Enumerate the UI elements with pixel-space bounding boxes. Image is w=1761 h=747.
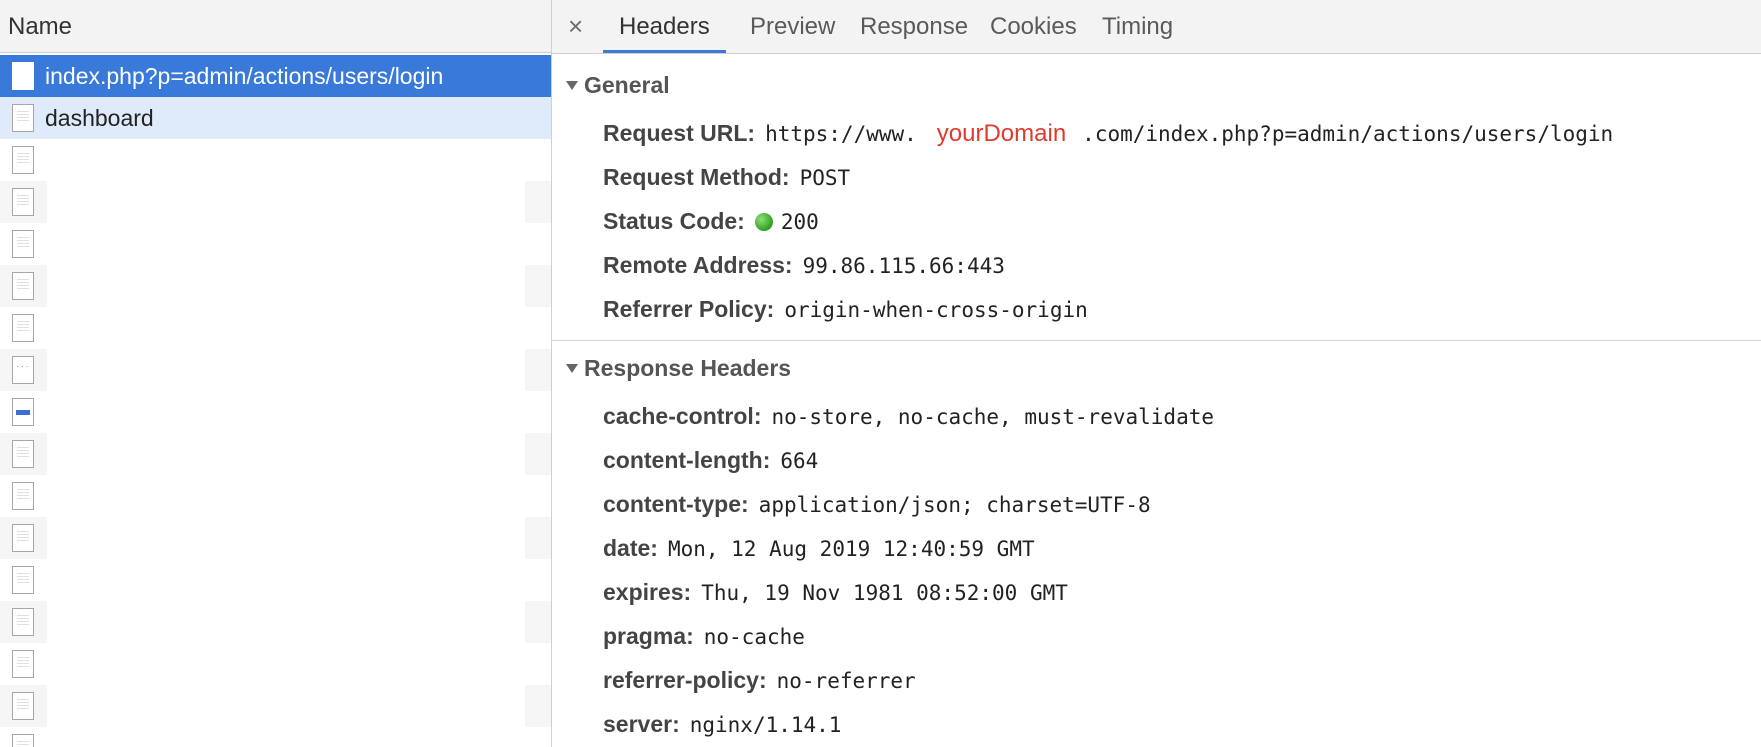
- header-key: content-type:: [603, 491, 749, 517]
- header-key: cache-control:: [603, 403, 762, 429]
- header-key: date:: [603, 535, 658, 561]
- tab-response[interactable]: Response: [844, 0, 984, 53]
- request-name: index.php?p=admin/actions/users/login: [45, 63, 444, 89]
- request-name: dashboard: [45, 105, 154, 131]
- document-icon: [12, 734, 34, 747]
- triangle-down-icon: [566, 81, 578, 91]
- response-header-row: pragma: no-cache: [603, 616, 805, 656]
- document-icon: [12, 650, 34, 678]
- request-details-pane: × Headers Preview Response Cookies Timin…: [552, 0, 1761, 747]
- request-method-row: Request Method: POST: [603, 157, 850, 197]
- header-key: Request URL:: [603, 120, 756, 146]
- tab-headers[interactable]: Headers: [603, 0, 726, 53]
- remote-address-row: Remote Address: 99.86.115.66:443: [603, 245, 1005, 285]
- header-value: origin-when-cross-origin: [784, 298, 1088, 322]
- document-icon: [12, 566, 34, 594]
- close-icon[interactable]: ×: [568, 11, 583, 41]
- response-headers-section-toggle[interactable]: Response Headers: [552, 348, 791, 388]
- header-key: Status Code:: [603, 208, 745, 234]
- response-header-row: server: nginx/1.14.1: [603, 704, 841, 744]
- header-value: Mon, 12 Aug 2019 12:40:59 GMT: [667, 537, 1035, 561]
- header-value: no-cache: [703, 625, 805, 649]
- header-value: 200: [780, 210, 819, 234]
- url-prefix: https://www.: [765, 122, 917, 146]
- tab-timing[interactable]: Timing: [1086, 0, 1189, 53]
- header-key: Referrer Policy:: [603, 296, 775, 322]
- header-key: Request Method:: [603, 164, 790, 190]
- status-code-row: Status Code: 200: [603, 201, 819, 241]
- response-header-row: content-length: 664: [603, 440, 818, 480]
- header-key: content-length:: [603, 447, 771, 473]
- request-list-pane: Name index.php?p=admin/actions/users/log…: [0, 0, 552, 747]
- request-row-login[interactable]: index.php?p=admin/actions/users/login: [0, 55, 551, 97]
- tab-preview[interactable]: Preview: [734, 0, 851, 53]
- header-key: referrer-policy:: [603, 667, 767, 693]
- document-icon: [12, 524, 34, 552]
- response-header-row: date: Mon, 12 Aug 2019 12:40:59 GMT: [603, 528, 1035, 568]
- section-title: Response Headers: [584, 355, 792, 381]
- document-icon: [12, 230, 34, 258]
- status-ok-icon: [754, 213, 773, 231]
- details-tab-bar: × Headers Preview Response Cookies Timin…: [552, 0, 1761, 54]
- request-row-dashboard[interactable]: dashboard: [0, 97, 551, 139]
- section-divider: [552, 340, 1761, 341]
- document-icon: [12, 62, 34, 90]
- url-suffix: .com/index.php?p=admin/actions/users/log…: [1082, 122, 1614, 146]
- response-header-row: expires: Thu, 19 Nov 1981 08:52:00 GMT: [603, 572, 1068, 612]
- name-column-header[interactable]: Name: [0, 0, 551, 53]
- section-title: General: [584, 72, 670, 98]
- header-value: Thu, 19 Nov 1981 08:52:00 GMT: [701, 581, 1068, 605]
- document-icon: [12, 440, 34, 468]
- header-value: no-store, no-cache, must-revalidate: [771, 405, 1214, 429]
- document-icon: [12, 272, 34, 300]
- tab-cookies[interactable]: Cookies: [974, 0, 1093, 53]
- referrer-policy-row: Referrer Policy: origin-when-cross-origin: [603, 289, 1088, 329]
- header-key: server:: [603, 711, 680, 737]
- response-header-row: cache-control: no-store, no-cache, must-r…: [603, 396, 1214, 436]
- document-icon: [12, 146, 34, 174]
- header-value: 664: [780, 449, 819, 473]
- header-key: Remote Address:: [603, 252, 793, 278]
- document-icon: [12, 692, 34, 720]
- header-value: nginx/1.14.1: [689, 713, 842, 737]
- header-value: POST: [799, 166, 851, 190]
- document-icon: [12, 608, 34, 636]
- header-value: 99.86.115.66:443: [802, 254, 1005, 278]
- url-domain: yourDomain: [936, 120, 1067, 147]
- response-header-row: content-type: application/json; charset=U…: [603, 484, 1151, 524]
- image-icon: [12, 398, 34, 426]
- response-header-row: referrer-policy: no-referrer: [603, 660, 916, 700]
- document-icon: [12, 188, 34, 216]
- header-value: no-referrer: [776, 669, 916, 693]
- header-key: pragma:: [603, 623, 694, 649]
- general-section-toggle[interactable]: General: [552, 65, 670, 105]
- image-icon: [12, 356, 34, 384]
- header-key: expires:: [603, 579, 692, 605]
- document-icon: [12, 482, 34, 510]
- request-url-row: Request URL: https://www. yourDomain .com/i…: [603, 113, 1613, 153]
- redaction-overlay: [47, 148, 525, 747]
- triangle-down-icon: [566, 364, 578, 374]
- header-value: application/json; charset=UTF-8: [758, 493, 1151, 517]
- document-icon: [12, 314, 34, 342]
- document-icon: [12, 104, 34, 132]
